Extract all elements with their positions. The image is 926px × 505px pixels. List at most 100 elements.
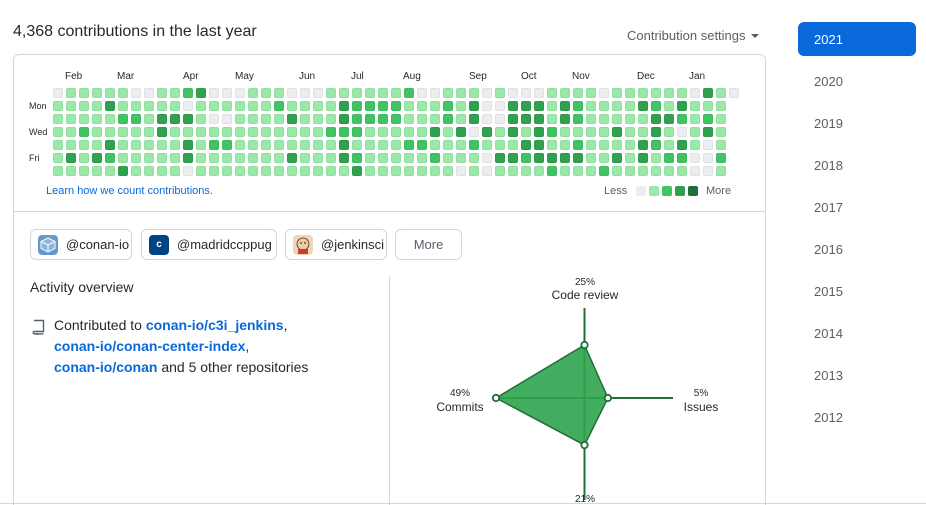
contribution-day-cell[interactable]	[131, 101, 141, 111]
contribution-day-cell[interactable]	[118, 127, 128, 137]
contribution-day-cell[interactable]	[365, 153, 375, 163]
contribution-day-cell[interactable]	[144, 101, 154, 111]
contribution-day-cell[interactable]	[196, 153, 206, 163]
contribution-day-cell[interactable]	[677, 114, 687, 124]
contribution-day-cell[interactable]	[664, 114, 674, 124]
contribution-day-cell[interactable]	[690, 127, 700, 137]
contribution-day-cell[interactable]	[560, 140, 570, 150]
contribution-day-cell[interactable]	[625, 153, 635, 163]
contribution-day-cell[interactable]	[573, 127, 583, 137]
contribution-day-cell[interactable]	[417, 114, 427, 124]
contribution-day-cell[interactable]	[209, 127, 219, 137]
contribution-day-cell[interactable]	[534, 114, 544, 124]
contribution-settings-dropdown[interactable]: Contribution settings	[627, 28, 759, 43]
contribution-day-cell[interactable]	[716, 127, 726, 137]
contribution-day-cell[interactable]	[105, 153, 115, 163]
contribution-day-cell[interactable]	[677, 88, 687, 98]
contribution-day-cell[interactable]	[443, 101, 453, 111]
contribution-day-cell[interactable]	[664, 88, 674, 98]
contribution-day-cell[interactable]	[716, 153, 726, 163]
org-button-jenkinsci[interactable]: @jenkinsci	[285, 229, 387, 260]
contribution-day-cell[interactable]	[248, 127, 258, 137]
contribution-day-cell[interactable]	[508, 114, 518, 124]
contribution-day-cell[interactable]	[313, 140, 323, 150]
repo-link-conan-center-index[interactable]: conan-io/conan-center-index	[54, 338, 245, 354]
contribution-day-cell[interactable]	[365, 101, 375, 111]
contribution-day-cell[interactable]	[235, 140, 245, 150]
contribution-day-cell[interactable]	[66, 114, 76, 124]
contribution-day-cell[interactable]	[235, 153, 245, 163]
contribution-day-cell[interactable]	[547, 101, 557, 111]
contribution-day-cell[interactable]	[651, 114, 661, 124]
contribution-day-cell[interactable]	[66, 88, 76, 98]
contribution-day-cell[interactable]	[664, 166, 674, 176]
contribution-day-cell[interactable]	[157, 153, 167, 163]
contribution-day-cell[interactable]	[196, 114, 206, 124]
contribution-day-cell[interactable]	[131, 114, 141, 124]
contribution-day-cell[interactable]	[547, 127, 557, 137]
contribution-day-cell[interactable]	[53, 166, 63, 176]
year-link-2012[interactable]: 2012	[798, 400, 916, 434]
contribution-day-cell[interactable]	[248, 153, 258, 163]
contribution-day-cell[interactable]	[625, 114, 635, 124]
contribution-day-cell[interactable]	[482, 101, 492, 111]
contribution-day-cell[interactable]	[638, 153, 648, 163]
contribution-day-cell[interactable]	[105, 114, 115, 124]
contribution-day-cell[interactable]	[157, 140, 167, 150]
contribution-day-cell[interactable]	[313, 166, 323, 176]
contribution-day-cell[interactable]	[560, 114, 570, 124]
contribution-day-cell[interactable]	[391, 166, 401, 176]
contribution-day-cell[interactable]	[92, 114, 102, 124]
contribution-day-cell[interactable]	[638, 101, 648, 111]
contribution-day-cell[interactable]	[92, 101, 102, 111]
contribution-day-cell[interactable]	[313, 88, 323, 98]
year-link-2013[interactable]: 2013	[798, 358, 916, 392]
contribution-day-cell[interactable]	[404, 88, 414, 98]
contribution-day-cell[interactable]	[456, 114, 466, 124]
contribution-day-cell[interactable]	[612, 140, 622, 150]
contribution-day-cell[interactable]	[482, 127, 492, 137]
contribution-day-cell[interactable]	[92, 153, 102, 163]
year-link-2014[interactable]: 2014	[798, 316, 916, 350]
contribution-day-cell[interactable]	[378, 101, 388, 111]
contribution-day-cell[interactable]	[131, 153, 141, 163]
contribution-day-cell[interactable]	[573, 166, 583, 176]
contribution-day-cell[interactable]	[599, 153, 609, 163]
contribution-day-cell[interactable]	[573, 101, 583, 111]
contribution-day-cell[interactable]	[365, 140, 375, 150]
contribution-day-cell[interactable]	[53, 88, 63, 98]
contribution-day-cell[interactable]	[66, 101, 76, 111]
contribution-day-cell[interactable]	[300, 101, 310, 111]
contribution-day-cell[interactable]	[66, 153, 76, 163]
contribution-day-cell[interactable]	[586, 114, 596, 124]
contribution-day-cell[interactable]	[378, 114, 388, 124]
contribution-day-cell[interactable]	[703, 127, 713, 137]
contribution-day-cell[interactable]	[274, 101, 284, 111]
contribution-day-cell[interactable]	[599, 101, 609, 111]
contribution-day-cell[interactable]	[79, 114, 89, 124]
contribution-day-cell[interactable]	[105, 140, 115, 150]
contribution-day-cell[interactable]	[664, 140, 674, 150]
contribution-day-cell[interactable]	[287, 88, 297, 98]
contribution-day-cell[interactable]	[534, 166, 544, 176]
contribution-day-cell[interactable]	[209, 140, 219, 150]
contribution-day-cell[interactable]	[482, 88, 492, 98]
contribution-day-cell[interactable]	[287, 114, 297, 124]
contribution-day-cell[interactable]	[430, 140, 440, 150]
contribution-day-cell[interactable]	[183, 88, 193, 98]
contribution-day-cell[interactable]	[586, 140, 596, 150]
contribution-day-cell[interactable]	[430, 127, 440, 137]
contribution-day-cell[interactable]	[495, 101, 505, 111]
contribution-day-cell[interactable]	[482, 114, 492, 124]
contribution-day-cell[interactable]	[300, 140, 310, 150]
contribution-day-cell[interactable]	[144, 127, 154, 137]
contribution-day-cell[interactable]	[339, 114, 349, 124]
contribution-day-cell[interactable]	[339, 88, 349, 98]
contribution-day-cell[interactable]	[716, 88, 726, 98]
contribution-day-cell[interactable]	[560, 88, 570, 98]
contribution-day-cell[interactable]	[352, 101, 362, 111]
contribution-day-cell[interactable]	[391, 114, 401, 124]
contribution-day-cell[interactable]	[157, 101, 167, 111]
contribution-day-cell[interactable]	[339, 127, 349, 137]
contribution-day-cell[interactable]	[469, 153, 479, 163]
